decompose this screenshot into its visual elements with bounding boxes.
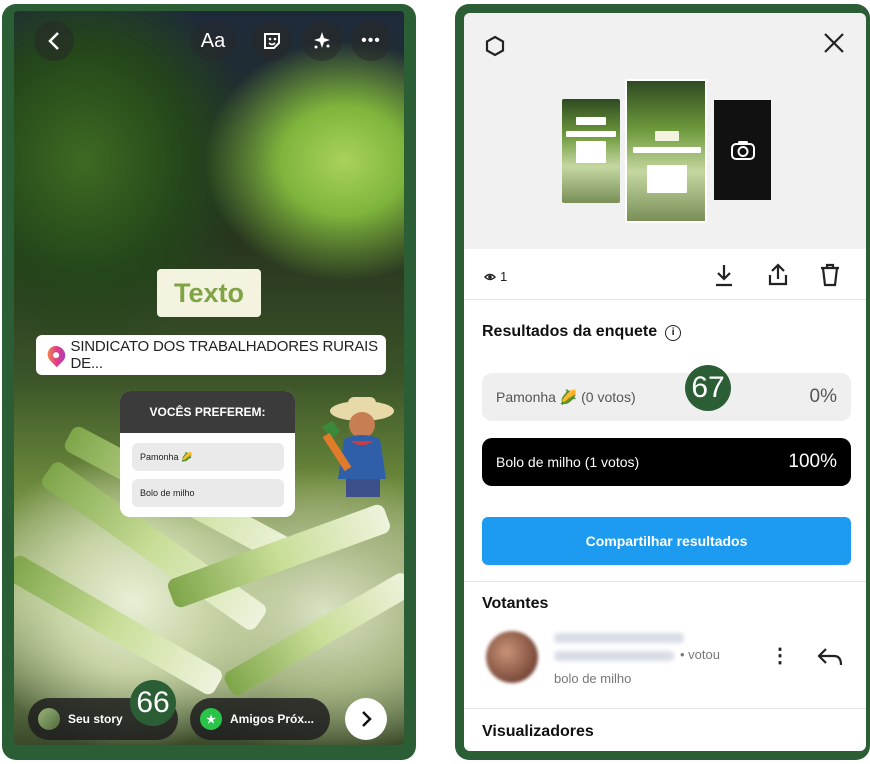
more-icon: ••• xyxy=(361,32,381,49)
story-top-bar: Aa ••• xyxy=(14,11,404,73)
share-results-button[interactable]: Compartilhar resultados xyxy=(482,517,851,565)
location-sticker[interactable]: SINDICATO DOS TRABALHADORES RURAIS DE... xyxy=(36,335,386,375)
reply-icon[interactable] xyxy=(816,645,844,669)
text-tool-button[interactable]: Aa xyxy=(190,21,236,61)
more-options-icon[interactable]: ⋮ xyxy=(770,643,790,668)
poll-result-label: Pamonha 🌽 (0 votos) xyxy=(496,388,636,405)
poll-option[interactable]: Pamonha 🌽 xyxy=(132,443,284,471)
poll-result-row: Pamonha 🌽 (0 votos) 0% xyxy=(482,373,851,421)
share-icon[interactable] xyxy=(764,261,792,289)
trash-icon[interactable] xyxy=(816,261,844,289)
close-icon xyxy=(824,33,844,53)
voter-username-blurred xyxy=(554,633,684,643)
download-icon[interactable] xyxy=(710,261,738,289)
poll-results-title: Resultados da enquete i xyxy=(482,323,682,341)
voted-choice: bolo de milho xyxy=(554,671,632,686)
story-thumbnail[interactable] xyxy=(562,99,620,203)
close-friends-button[interactable]: ★ Amigos Próx... xyxy=(190,698,330,740)
voter-name-blurred xyxy=(554,651,674,661)
eye-icon xyxy=(484,273,496,280)
story-canvas[interactable]: Aa ••• Texto SINDICATO DOS TRABALHADORES… xyxy=(14,11,404,745)
add-story-card[interactable] xyxy=(714,100,771,200)
info-icon[interactable]: i xyxy=(665,324,682,341)
story-bottom-bar: Seu story ★ Amigos Próx... xyxy=(14,695,404,745)
divider xyxy=(464,299,866,300)
divider xyxy=(464,581,866,582)
effects-button[interactable] xyxy=(302,21,342,61)
poll-results-screen: 1 Resultados da enquete i Pamonha 🌽 (0 vo… xyxy=(464,13,866,751)
poll-result-row: Bolo de milho (1 votos) 100% xyxy=(482,438,851,486)
star-icon: ★ xyxy=(200,708,222,730)
location-pin-icon xyxy=(44,342,69,368)
viewers-title: Visualizadores xyxy=(482,723,594,740)
selection-pointer xyxy=(657,234,677,244)
avatar xyxy=(38,708,60,730)
poll-question: VOCÊS PREFEREM: xyxy=(120,391,295,433)
text-sticker[interactable]: Texto xyxy=(157,269,261,317)
view-count-value: 1 xyxy=(500,269,508,284)
story-preview-area xyxy=(464,13,866,249)
sticker-button[interactable] xyxy=(252,21,292,61)
poll-result-percent: 100% xyxy=(788,451,837,472)
story-action-row: 1 xyxy=(464,253,866,299)
voted-text: • votou xyxy=(680,647,720,662)
sticker-icon xyxy=(264,33,280,49)
avatar xyxy=(486,631,538,683)
poll-results-title-text: Resultados da enquete xyxy=(482,323,658,340)
story-thumbnail-selected[interactable] xyxy=(625,79,707,223)
next-button[interactable] xyxy=(345,698,387,740)
poll-sticker[interactable]: VOCÊS PREFEREM: Pamonha 🌽 Bolo de milho xyxy=(120,391,295,517)
poll-result-label: Bolo de milho (1 votos) xyxy=(496,454,640,470)
farmer-sticker[interactable] xyxy=(304,391,400,501)
poll-result-percent: 0% xyxy=(809,386,837,407)
sparkles-icon xyxy=(314,32,330,49)
settings-icon[interactable] xyxy=(484,35,506,57)
poll-option[interactable]: Bolo de milho xyxy=(132,479,284,507)
close-friends-label: Amigos Próx... xyxy=(230,712,315,726)
chevron-left-icon xyxy=(48,32,59,50)
step-number-badge: 67 xyxy=(685,365,731,411)
more-button[interactable]: ••• xyxy=(351,21,391,61)
view-count[interactable]: 1 xyxy=(484,269,507,284)
your-story-label: Seu story xyxy=(68,712,123,726)
chevron-right-icon xyxy=(362,711,372,727)
back-button[interactable] xyxy=(34,21,74,61)
close-button[interactable] xyxy=(822,31,846,61)
divider xyxy=(464,708,866,709)
onion-stalk xyxy=(221,570,404,698)
location-sticker-label: SINDICATO DOS TRABALHADORES RURAIS DE... xyxy=(70,338,379,372)
step-number-badge: 66 xyxy=(130,680,176,726)
voter-row[interactable]: • votou bolo de milho ⋮ xyxy=(464,621,866,701)
text-tool-label: Aa xyxy=(200,29,226,52)
voters-title: Votantes xyxy=(482,595,549,612)
camera-icon xyxy=(730,141,755,160)
